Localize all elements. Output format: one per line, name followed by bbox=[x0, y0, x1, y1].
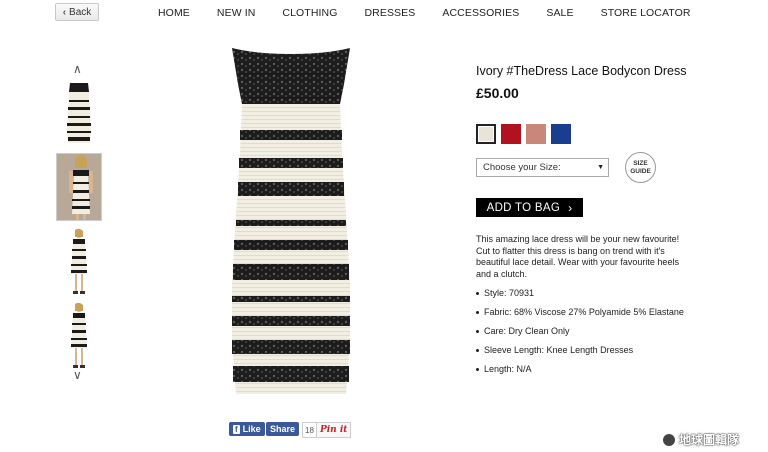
size-guide-line1: SIZE bbox=[633, 159, 648, 167]
swatch-blush[interactable] bbox=[526, 124, 546, 144]
size-guide-button[interactable]: SIZE GUIDE bbox=[625, 152, 656, 183]
nav-clothing[interactable]: CLOTHING bbox=[282, 7, 337, 19]
dropdown-arrow-icon: ▼ bbox=[597, 164, 604, 171]
thumbnails-down-arrow[interactable]: ∨ bbox=[73, 368, 82, 382]
product-price: £50.00 bbox=[476, 85, 519, 101]
thumbnail-model-back[interactable] bbox=[56, 302, 102, 370]
back-button[interactable]: ‹ Back bbox=[55, 3, 99, 21]
spec-style: Style: 70931 bbox=[476, 288, 684, 307]
thumbnail-model-side[interactable] bbox=[56, 228, 102, 296]
nav-home[interactable]: HOME bbox=[158, 7, 190, 19]
nav-new-in[interactable]: NEW IN bbox=[217, 7, 256, 19]
facebook-like-button[interactable]: f Like bbox=[229, 422, 265, 436]
add-to-bag-button[interactable]: ADD TO BAG › bbox=[476, 198, 583, 217]
watermark: 地球圖輯隊 bbox=[662, 431, 739, 448]
thumbnail-dress-front[interactable] bbox=[56, 80, 102, 148]
spec-length: Length: N/A bbox=[476, 364, 684, 383]
main-product-image bbox=[216, 44, 366, 400]
facebook-icon: f bbox=[233, 424, 240, 434]
add-to-bag-label: ADD TO BAG bbox=[486, 201, 561, 214]
size-select-value: Choose your Size: bbox=[483, 162, 561, 173]
product-specs: Style: 70931 Fabric: 68% Viscose 27% Pol… bbox=[476, 288, 684, 383]
size-select[interactable]: Choose your Size: ▼ bbox=[476, 158, 609, 177]
spec-fabric: Fabric: 68% Viscose 27% Polyamide 5% Ela… bbox=[476, 307, 684, 326]
spec-sleeve-length: Sleeve Length: Knee Length Dresses bbox=[476, 345, 684, 364]
swatch-cobalt[interactable] bbox=[551, 124, 571, 144]
facebook-share-button[interactable]: Share bbox=[266, 422, 300, 436]
swatch-ivory[interactable] bbox=[476, 124, 496, 144]
chevron-left-icon: ‹ bbox=[62, 6, 67, 18]
like-label: Like bbox=[242, 424, 261, 434]
spec-care: Care: Dry Clean Only bbox=[476, 326, 684, 345]
main-nav: HOME NEW IN CLOTHING DRESSES ACCESSORIES… bbox=[158, 0, 718, 26]
back-label: Back bbox=[69, 6, 92, 18]
nav-sale[interactable]: SALE bbox=[546, 7, 573, 19]
nav-store-locator[interactable]: STORE LOCATOR bbox=[601, 7, 691, 19]
watermark-text: 地球圖輯隊 bbox=[679, 433, 740, 447]
nav-dresses[interactable]: DRESSES bbox=[364, 7, 415, 19]
chevron-right-icon: › bbox=[568, 200, 573, 215]
product-description: This amazing lace dress will be your new… bbox=[476, 234, 680, 279]
product-title: Ivory #TheDress Lace Bodycon Dress bbox=[476, 64, 687, 78]
nav-accessories[interactable]: ACCESSORIES bbox=[442, 7, 519, 19]
size-guide-line2: GUIDE bbox=[630, 167, 651, 175]
swatch-red[interactable] bbox=[501, 124, 521, 144]
thumbnail-model-front[interactable] bbox=[56, 153, 102, 221]
pin-count: 18 bbox=[302, 422, 317, 438]
thumbnails-up-arrow[interactable]: ∧ bbox=[73, 62, 82, 76]
pinterest-pin-button[interactable]: Pin it bbox=[316, 422, 352, 438]
globe-icon bbox=[662, 432, 676, 447]
